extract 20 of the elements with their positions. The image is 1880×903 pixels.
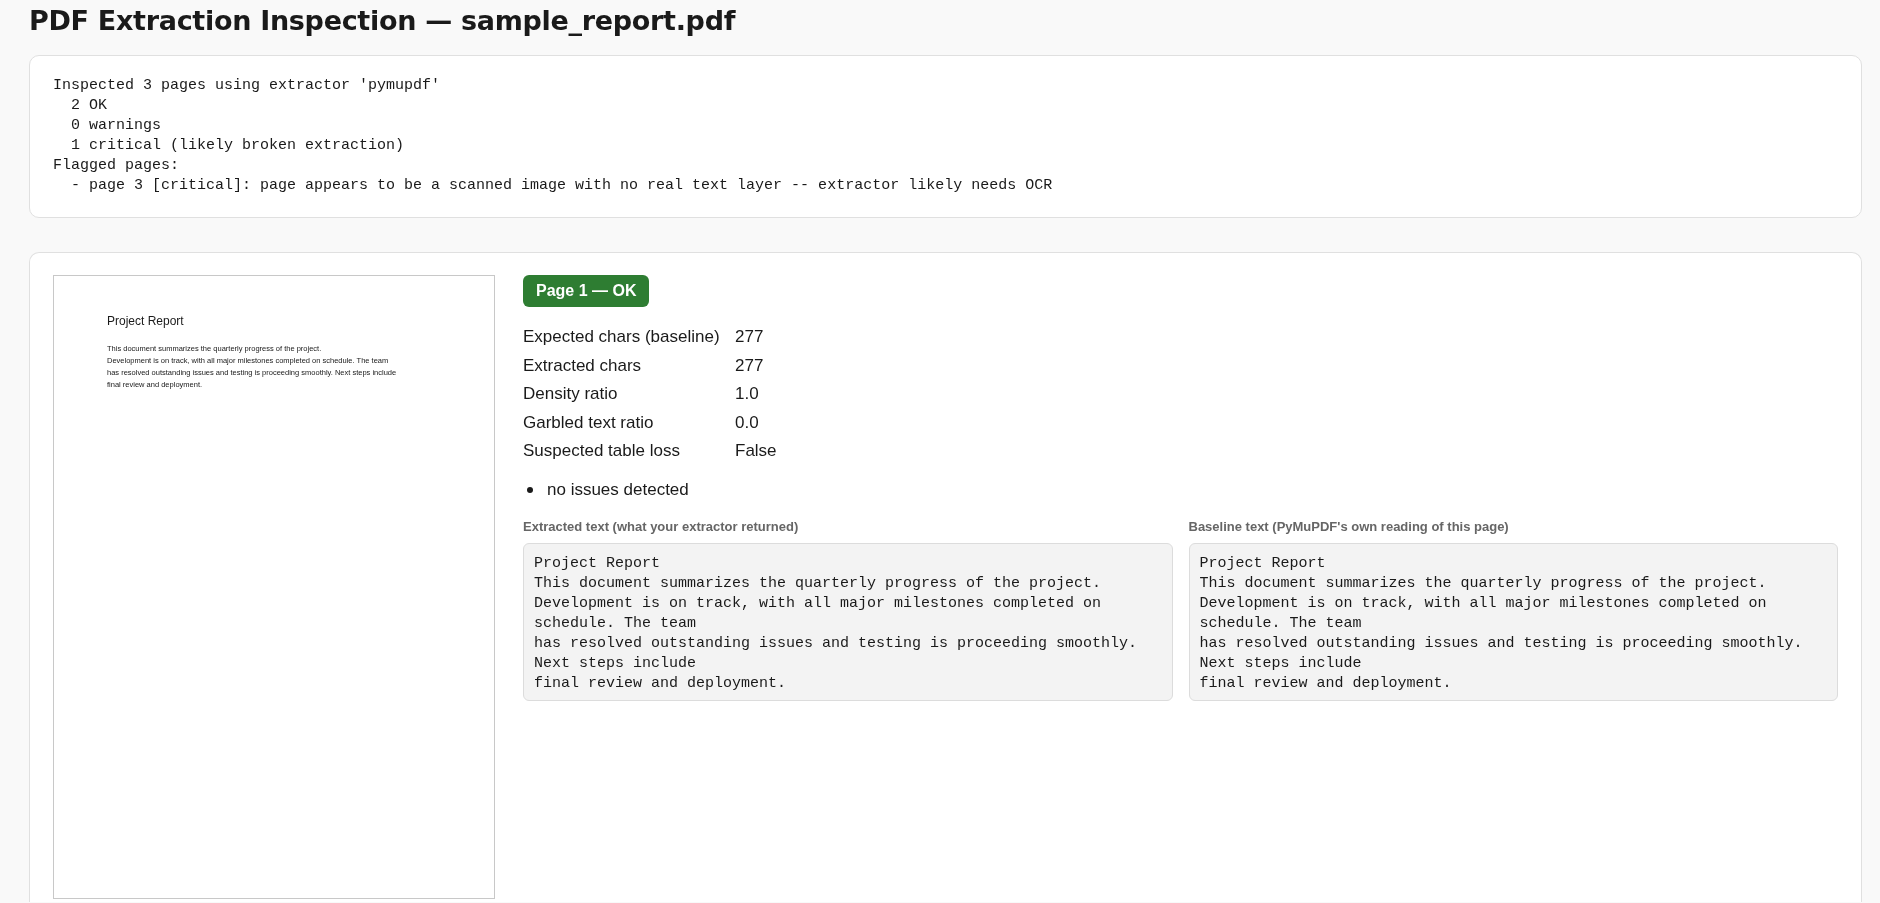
metric-value: 0.0 [735,412,760,433]
summary-text: Inspected 3 pages using extractor 'pymupdf' 2 OK 0 warnings 1 critical (likely broken extraction) Flagged pages: - page 3 [critical]: page appears to be a scanned image with no real text layer -- extractor likely needs OCR [53,76,1054,196]
text-label: Extracted text (what your extractor returned) [523,519,800,535]
metric-value: False [735,441,777,461]
text-box: Project Report This document summarizes the quarterly progress of the project. Development is on track, with all major milestones completed on schedule. The team has resolved outstanding issues and testing is proceeding smoothly. Next steps include final review and deployment. [1188,543,1838,701]
bullet-icon [527,487,533,493]
metric-value: 277 [735,355,765,376]
metric-value: 1.0 [735,384,760,404]
document-heading: Project Report [107,314,185,328]
metric-label: Density ratio [523,384,619,404]
status-badge: Page 1 — OK [523,275,650,307]
metric-label: Garbled text ratio [523,412,655,433]
metric-value: 277 [735,327,765,347]
page-title: PDF Extraction Inspection — sample_report.pdf [29,4,737,38]
metric-label: Suspected table loss [523,441,681,461]
text-label: Baseline text (PyMuPDF's own reading of this page) [1188,519,1510,535]
issue-text: no issues detected [547,480,689,500]
metric-label: Extracted chars [523,355,643,376]
metric-label: Expected chars (baseline) [523,327,721,347]
text-box: Project Report This document summarizes the quarterly progress of the project. Development is on track, with all major milestones completed on schedule. The team has resolved outstanding issues and testing is proceeding smoothly. Next steps include final review and deployment. [523,543,1173,701]
